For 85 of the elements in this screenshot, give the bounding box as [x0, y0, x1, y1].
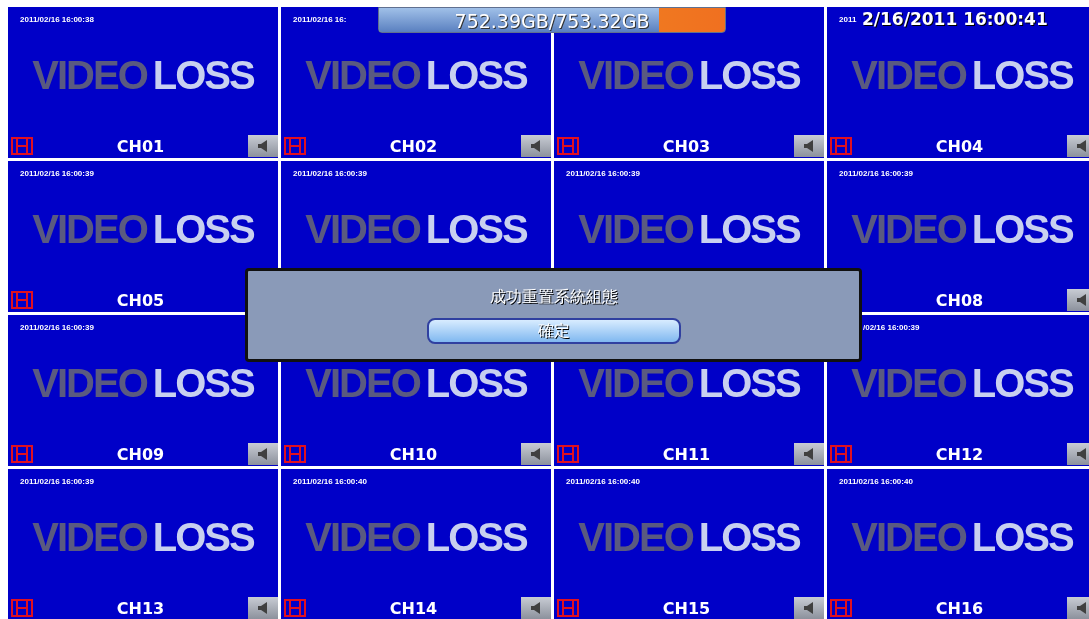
video-loss-text: VIDEO [32, 207, 147, 252]
speaker-icon [803, 447, 815, 461]
ok-button[interactable]: 確定 [426, 318, 681, 344]
video-loss-text: VIDEO [32, 361, 147, 406]
video-loss-text: VIDEO [305, 207, 420, 252]
channel-label: CH04 [934, 136, 985, 156]
video-loss-text: LOSS [971, 207, 1073, 252]
video-loss-text: LOSS [971, 361, 1073, 406]
speaker-button[interactable] [1067, 597, 1089, 619]
channel-label: CH11 [661, 444, 712, 464]
video-loss-text: VIDEO [32, 53, 147, 98]
video-loss-text: LOSS [152, 361, 254, 406]
video-loss-text: LOSS [152, 515, 254, 560]
video-loss-text: VIDEO [578, 515, 693, 560]
video-loss-text: VIDEO [851, 361, 966, 406]
video-loss-text: LOSS [971, 515, 1073, 560]
video-loss-text: LOSS [425, 361, 527, 406]
speaker-icon [257, 447, 269, 461]
channel-label: CH03 [661, 136, 712, 156]
speaker-icon [257, 139, 269, 153]
video-loss-text: VIDEO [578, 207, 693, 252]
speaker-icon [803, 601, 815, 615]
video-loss-text: LOSS [425, 207, 527, 252]
speaker-icon [1076, 293, 1088, 307]
speaker-button[interactable] [1067, 135, 1089, 157]
video-loss-text: VIDEO [851, 53, 966, 98]
video-loss-text: LOSS [152, 53, 254, 98]
speaker-button[interactable] [794, 443, 824, 465]
video-loss-text: LOSS [971, 53, 1073, 98]
timestamp: 2011/02/16 16:00:39 [566, 169, 640, 178]
timestamp: 2011/02/16 16:00:40 [566, 477, 640, 486]
video-loss-text: VIDEO [32, 515, 147, 560]
video-loss-text: LOSS [152, 207, 254, 252]
channel-label: CH10 [388, 444, 439, 464]
speaker-icon [530, 447, 542, 461]
video-loss-text: LOSS [698, 53, 800, 98]
video-loss-text: LOSS [425, 515, 527, 560]
storage-text: 752.39GB/753.32GB [453, 10, 651, 32]
speaker-icon [1076, 139, 1088, 153]
video-loss-text: LOSS [425, 53, 527, 98]
video-loss-text: LOSS [698, 515, 800, 560]
timestamp: 2011/02/16 16:00:39 [839, 169, 913, 178]
speaker-button[interactable] [521, 597, 551, 619]
timestamp: 2011/02/16 16:00:39 [293, 169, 367, 178]
timestamp: 2011/02/16 16:00:39 [20, 323, 94, 332]
timestamp: 2011/02/16 16:00:39 [20, 477, 94, 486]
video-loss-text: VIDEO [305, 53, 420, 98]
speaker-button[interactable] [1067, 289, 1089, 311]
timestamp: 2011/02/16 16: [293, 15, 347, 24]
channel-label: CH01 [115, 136, 166, 156]
speaker-button[interactable] [248, 597, 278, 619]
channel-label: CH14 [388, 598, 439, 618]
speaker-icon [530, 601, 542, 615]
speaker-button[interactable] [521, 443, 551, 465]
timestamp: 2011/02/16 16:00:39 [20, 169, 94, 178]
speaker-icon [1076, 447, 1088, 461]
video-loss-text: VIDEO [578, 53, 693, 98]
speaker-icon [1076, 601, 1088, 615]
video-loss-text: LOSS [698, 361, 800, 406]
timestamp: 2011/02/16 16:00:40 [293, 477, 367, 486]
video-loss-text: VIDEO [305, 515, 420, 560]
speaker-button[interactable] [248, 443, 278, 465]
channel-label: CH12 [934, 444, 985, 464]
speaker-button[interactable] [1067, 443, 1089, 465]
timestamp: /02/16 16:00:39 [863, 323, 920, 332]
speaker-button[interactable] [248, 135, 278, 157]
timestamp: 2011/02/16 16:00:40 [839, 477, 913, 486]
channel-label: CH02 [388, 136, 439, 156]
channel-label: CH13 [115, 598, 166, 618]
channel-label: CH08 [934, 290, 985, 310]
video-loss-text: LOSS [698, 207, 800, 252]
video-loss-text: VIDEO [851, 207, 966, 252]
clock-text: 2/16/2011 16:00:41 [862, 9, 1048, 29]
dialog-message: 成功重置系統組態 [489, 287, 618, 307]
speaker-button[interactable] [794, 597, 824, 619]
channel-label: CH16 [934, 598, 985, 618]
speaker-icon [257, 601, 269, 615]
timestamp: 2011/02/16 16:00:38 [20, 15, 94, 24]
channel-label: CH15 [661, 598, 712, 618]
video-loss-text: VIDEO [578, 361, 693, 406]
video-loss-text: VIDEO [305, 361, 420, 406]
video-loss-text: VIDEO [851, 515, 966, 560]
timestamp: 2011 [839, 15, 857, 24]
channel-label: CH09 [115, 444, 166, 464]
channel-label: CH05 [115, 290, 166, 310]
